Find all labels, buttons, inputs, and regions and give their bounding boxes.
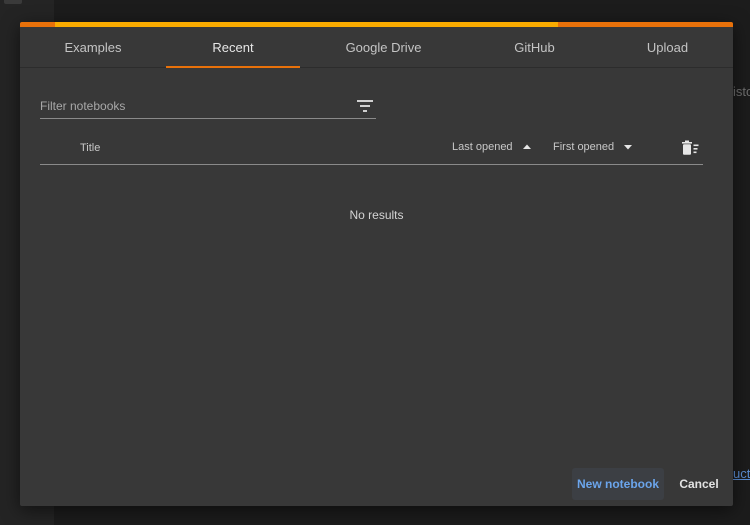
delete-sweep-icon[interactable]: [681, 140, 699, 156]
arrow-up-icon: [522, 144, 531, 149]
sort-label: Last opened: [452, 141, 513, 153]
tab-label: Google Drive: [345, 39, 422, 55]
column-header-title: Title: [80, 142, 101, 154]
cancel-button[interactable]: Cancel: [672, 468, 726, 500]
dialog-tabs: Examples Recent Google Drive GitHub Uplo…: [20, 27, 733, 68]
filter-field: [40, 94, 376, 119]
tab-github[interactable]: GitHub: [467, 27, 602, 67]
open-notebook-dialog: Examples Recent Google Drive GitHub Uplo…: [20, 22, 733, 506]
arrow-down-icon: [624, 145, 633, 150]
filter-notebooks-input[interactable]: [40, 94, 340, 118]
notebooks-table-header: Title Last opened First opened: [40, 134, 703, 165]
new-notebook-button[interactable]: New notebook: [572, 468, 664, 500]
empty-state-message: No results: [349, 208, 404, 222]
tab-examples[interactable]: Examples: [20, 27, 166, 67]
tab-google-drive[interactable]: Google Drive: [300, 27, 467, 67]
active-tab-indicator: [166, 66, 300, 68]
background-partial-link[interactable]: uct: [733, 466, 750, 481]
sort-first-opened[interactable]: First opened: [553, 141, 633, 153]
tab-upload[interactable]: Upload: [602, 27, 733, 67]
background-left-tab: [4, 0, 22, 4]
tab-recent[interactable]: Recent: [166, 27, 300, 68]
tab-label: Upload: [646, 39, 689, 55]
tab-label: GitHub: [514, 39, 555, 55]
background-partial-text: isto: [733, 84, 750, 99]
tab-label: Examples: [64, 39, 122, 55]
sort-last-opened[interactable]: Last opened: [452, 141, 532, 153]
filter-list-icon[interactable]: [357, 99, 373, 113]
tab-label: Recent: [212, 39, 254, 55]
sort-label: First opened: [553, 141, 615, 153]
